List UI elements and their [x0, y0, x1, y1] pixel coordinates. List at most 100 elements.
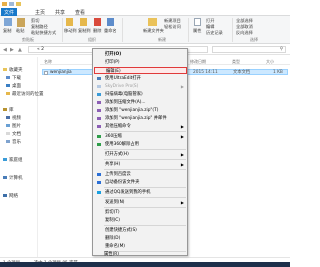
ribbon: 复制 粘贴 剪切 复制路径 粘贴快捷方式 剪贴板 移动到 复制到 删除 重命名 …: [0, 16, 290, 44]
new-folder-icon[interactable]: [148, 18, 157, 26]
menu-item-skydrive[interactable]: SkyDrive Pro(S) ▶: [94, 83, 187, 90]
menu-item-label: 自动备份该文件夹: [105, 180, 140, 185]
archive-icon: [97, 117, 101, 120]
history-button[interactable]: 历史记录: [206, 30, 223, 36]
menu-item-properties[interactable]: 属性(R): [93, 251, 186, 258]
copy-to-button[interactable]: 复制到: [78, 28, 91, 34]
nav-item-network[interactable]: 网络: [3, 193, 18, 199]
back-icon[interactable]: ◀: [3, 47, 7, 53]
menu-item-rename[interactable]: 重命名(M): [94, 243, 187, 250]
organize-group-label: 组织: [88, 37, 96, 42]
nav-item-recent[interactable]: 最近访问的位置: [6, 91, 44, 97]
up-icon[interactable]: ▲: [18, 47, 22, 53]
menu-item-ultraedit[interactable]: 使用UltraEdit打开: [94, 75, 187, 82]
nav-item-libraries[interactable]: 库: [3, 107, 14, 113]
menu-item-label: 共享(H): [105, 162, 121, 167]
menu-item-delete[interactable]: 删除(D): [94, 235, 187, 242]
delete-button[interactable]: 删除: [93, 28, 101, 34]
paste-icon[interactable]: [17, 18, 25, 27]
menu-item-open[interactable]: 打开(O): [94, 51, 187, 58]
search-input[interactable]: ⚲: [212, 46, 286, 53]
menu-item-add-zip-email[interactable]: 添加到 "wenjianjia.zip" 并邮件: [94, 115, 187, 122]
easy-access-button[interactable]: 轻松访问: [164, 24, 181, 30]
properties-icon[interactable]: [9, 2, 14, 6]
paste-shortcut-button[interactable]: 粘贴快捷方式: [31, 30, 56, 36]
nav-item-homegroup[interactable]: 家庭组: [3, 157, 23, 163]
menu-item-label: 打开(O): [105, 52, 122, 57]
paste-button[interactable]: 粘贴: [16, 28, 24, 34]
forward-icon[interactable]: ▶: [10, 47, 14, 53]
search-icon: ⚲: [279, 47, 283, 52]
folder-icon: [2, 2, 7, 6]
menu-item-360-unlock[interactable]: 使用360解除占用: [94, 141, 187, 148]
new-folder-button[interactable]: 新建文件夹: [143, 28, 164, 34]
column-date[interactable]: 修改日期: [190, 59, 206, 65]
menu-item-auto-backup[interactable]: 自动备份该文件夹: [94, 179, 187, 186]
menu-item-add-zip[interactable]: 添加到 "wenjianjia.zip"(T): [94, 107, 187, 114]
column-name[interactable]: 名称: [44, 59, 52, 65]
nav-item-computer[interactable]: 计算机: [3, 175, 23, 181]
menu-item-label: 使用360解除占用: [105, 142, 139, 147]
menu-item-edit[interactable]: 编辑(E): [94, 67, 187, 74]
context-menu: 打开(O) 打印(P) 编辑(E) 使用UltraEdit打开 SkyDrive…: [92, 48, 188, 256]
menu-separator: [104, 207, 186, 208]
column-size[interactable]: 大小: [266, 59, 274, 65]
tab-home[interactable]: 主页: [32, 8, 48, 16]
menu-item-virus-scan[interactable]: 扫描病毒(电脑管家): [94, 91, 187, 98]
menu-item-print[interactable]: 打印(P): [94, 59, 187, 66]
menu-item-copy[interactable]: 复制(C): [94, 217, 187, 224]
menu-item-360-compress[interactable]: 360压缩 ▶: [94, 133, 187, 140]
menu-item-label: 打开方式(H): [105, 152, 129, 157]
nav-item-pictures[interactable]: 图片: [6, 123, 21, 129]
menu-item-cut[interactable]: 剪切(T): [94, 209, 187, 216]
menu-separator: [104, 187, 186, 188]
file-size: 1 KB: [273, 70, 283, 75]
clipboard-group-label: 剪贴板: [22, 37, 34, 42]
menu-item-label: 重命名(M): [105, 244, 125, 249]
delete-icon[interactable]: [94, 18, 101, 26]
rename-button[interactable]: 重命名: [104, 28, 117, 34]
new-folder-icon[interactable]: [16, 2, 21, 6]
title-bar: [0, 0, 290, 8]
text-file-icon: [44, 70, 48, 75]
nav-item-label: 桌面: [12, 84, 21, 89]
nav-item-favorites[interactable]: 收藏夹: [3, 67, 23, 73]
video-icon: [6, 116, 10, 119]
column-type[interactable]: 类型: [232, 59, 240, 65]
tab-share[interactable]: 共享: [52, 8, 68, 16]
properties-button[interactable]: 属性: [193, 28, 201, 34]
menu-item-label: 打印(P): [105, 60, 120, 65]
menu-item-add-archive[interactable]: 添加到压缩文件(A)...: [94, 99, 187, 106]
menu-item-label: 创建快捷方式(S): [105, 228, 137, 233]
tab-view[interactable]: 查看: [72, 8, 88, 16]
properties-icon[interactable]: [194, 18, 201, 26]
menu-item-other-compress[interactable]: 其他压缩命令 ▶: [94, 123, 187, 130]
menu-item-share[interactable]: 共享(H) ▶: [94, 161, 187, 168]
archive-icon: [97, 125, 101, 128]
nav-item-desktop[interactable]: 桌面: [6, 83, 21, 89]
menu-item-open-with[interactable]: 打开方式(H) ▶: [94, 151, 187, 158]
menu-item-create-shortcut[interactable]: 创建快捷方式(S): [94, 227, 187, 234]
copy-button[interactable]: 复制: [3, 28, 11, 34]
menu-item-qq-send[interactable]: 通过QQ发送到我的手机: [94, 189, 187, 196]
submenu-arrow-icon: ▶: [180, 200, 184, 205]
file-name: wenjianjia: [50, 70, 72, 75]
nav-item-videos[interactable]: 视频: [6, 115, 21, 121]
menu-item-label: 属性(R): [104, 252, 119, 257]
copy-to-icon[interactable]: [80, 18, 87, 26]
nav-item-downloads[interactable]: 下载: [6, 75, 21, 81]
rename-icon[interactable]: [107, 18, 114, 26]
nav-item-documents[interactable]: 文档: [6, 131, 21, 137]
menu-item-baidu-upload[interactable]: 上传到百度云: [94, 171, 187, 178]
desktop-icon: [6, 84, 10, 87]
star-icon: [3, 68, 7, 71]
menu-item-send-to[interactable]: 发送到(N) ▶: [94, 199, 187, 206]
music-icon: [6, 140, 10, 143]
copy-icon[interactable]: [4, 18, 12, 26]
nav-item-music[interactable]: 音乐: [6, 139, 21, 145]
tab-file[interactable]: 文件: [1, 8, 17, 16]
invert-selection-button[interactable]: 反向选择: [236, 30, 253, 36]
move-to-icon[interactable]: [66, 18, 73, 26]
menu-separator: [104, 131, 186, 132]
move-to-button[interactable]: 移动到: [64, 28, 77, 34]
